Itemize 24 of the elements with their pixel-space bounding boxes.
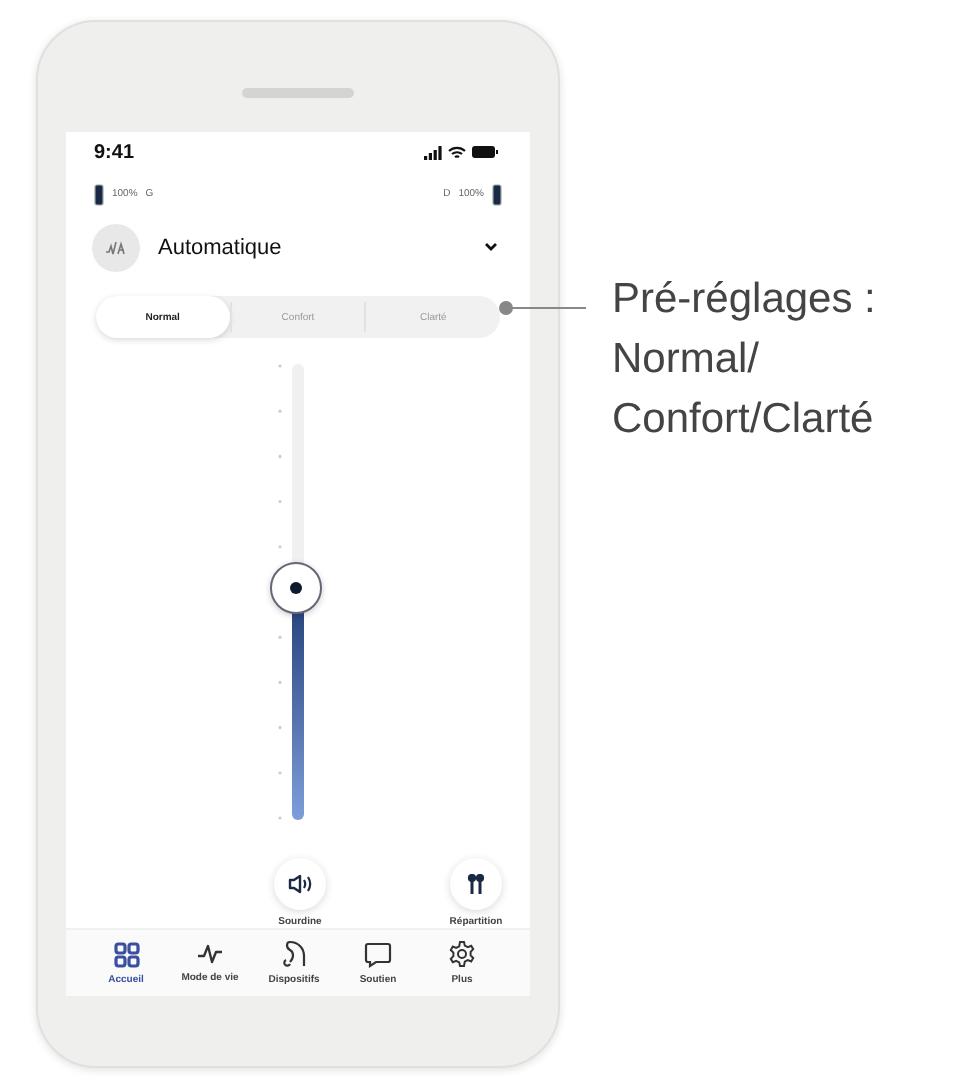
slider-thumb[interactable] bbox=[270, 561, 322, 614]
balance-button[interactable] bbox=[450, 858, 502, 911]
leader-line bbox=[498, 300, 586, 316]
sliders-icon bbox=[466, 874, 486, 895]
chat-bubble-icon bbox=[364, 941, 392, 968]
battery-icon bbox=[492, 183, 502, 206]
program-name[interactable]: Automatique bbox=[158, 235, 484, 260]
chevron-down-icon[interactable] bbox=[484, 242, 498, 253]
hearing-aid-icon bbox=[282, 940, 306, 969]
grid-icon bbox=[113, 941, 139, 968]
settings-icon bbox=[448, 940, 476, 969]
mute-button[interactable] bbox=[274, 858, 326, 911]
signal-icon bbox=[424, 145, 442, 160]
program-icon[interactable] bbox=[92, 223, 140, 272]
wifi-icon bbox=[448, 145, 466, 160]
callout-text: Confort/Clarté bbox=[612, 394, 876, 446]
callout-text: Normal/ bbox=[612, 334, 762, 386]
battery-icon bbox=[94, 183, 104, 206]
battery-icon bbox=[472, 146, 498, 159]
speaker-icon bbox=[288, 874, 312, 895]
status-time: 9:41 bbox=[94, 141, 135, 164]
callout-text: Pré-réglages : bbox=[612, 274, 876, 326]
speaker-slot bbox=[242, 88, 354, 98]
pulse-icon bbox=[196, 942, 224, 967]
